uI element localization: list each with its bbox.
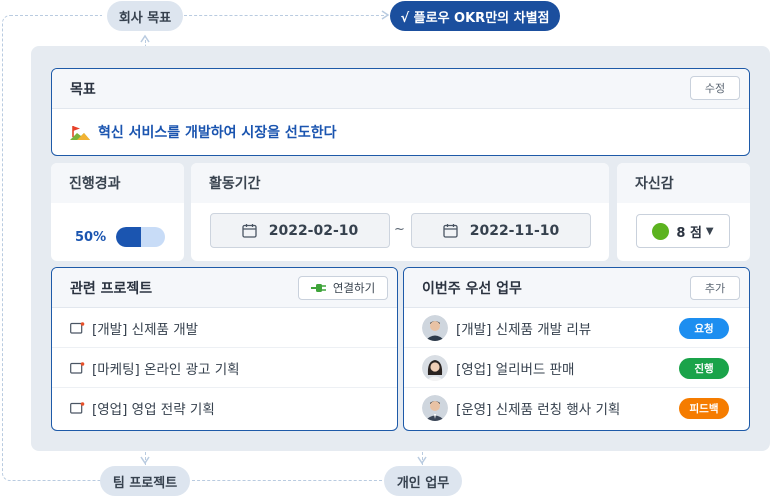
- company-goal-label: 회사 목표: [107, 1, 183, 31]
- progress-bar-fill: [116, 227, 141, 247]
- confidence-header: 자신감: [617, 163, 750, 203]
- confidence-select[interactable]: 8 점 ▼: [636, 214, 730, 248]
- start-date-field[interactable]: 2022-02-10: [210, 213, 390, 248]
- progress-indicator: 50%: [75, 227, 166, 247]
- team-project-label: 팀 프로젝트: [100, 466, 190, 496]
- project-item[interactable]: [마케팅] 온라인 광고 기획: [52, 348, 397, 388]
- project-folder-icon: [70, 321, 85, 334]
- start-date-value: 2022-02-10: [268, 222, 359, 239]
- goal-text: 혁신 서비스를 개발하여 시장을 선도한다: [98, 125, 337, 141]
- progress-percent: 50%: [75, 229, 107, 245]
- project-item-label: [영업] 영업 전략 기획: [92, 402, 215, 418]
- goal-panel: 목표 혁신 서비스를 개발하여 시장을 선도한다: [51, 68, 750, 156]
- project-folder-icon: [70, 402, 85, 414]
- project-item[interactable]: [영업] 영업 전략 기획: [52, 388, 397, 428]
- project-item-label: [개발] 신제품 개발: [92, 321, 199, 338]
- task-item-label: [운영] 신제품 런칭 행사 기획: [456, 402, 621, 418]
- status-badge[interactable]: 피드백: [679, 398, 729, 419]
- flag-icon: [70, 126, 90, 140]
- progress-bar: [116, 227, 166, 247]
- calendar-icon: [443, 224, 458, 238]
- calendar-icon: [242, 224, 257, 238]
- task-item[interactable]: [개발] 신제품 개발 리뷰 요청: [404, 308, 749, 348]
- connector-top-horizontal: [184, 15, 384, 16]
- connect-project-label: 연결하기: [332, 281, 376, 295]
- arrow-right-icon: [381, 10, 390, 20]
- avatar: [422, 354, 448, 381]
- task-item-label: [영업] 얼리버드 판매: [456, 361, 575, 378]
- caret-down-icon: ▼: [705, 225, 714, 237]
- period-separator: ~: [394, 222, 405, 237]
- arrow-down-icon: [417, 456, 427, 465]
- task-item[interactable]: [영업] 얼리버드 판매 진행: [404, 348, 749, 388]
- progress-box: 진행경과 50%: [51, 163, 184, 261]
- goal-header: 목표: [52, 69, 749, 109]
- status-badge[interactable]: 요청: [679, 318, 729, 339]
- status-badge[interactable]: 진행: [679, 358, 729, 379]
- add-task-button[interactable]: 추가: [690, 276, 740, 300]
- project-item-label: [마케팅] 온라인 광고 기획: [92, 361, 240, 378]
- plug-icon: [310, 284, 326, 292]
- avatar: [422, 395, 448, 421]
- period-header: 활동기간: [191, 163, 609, 203]
- connector-bottom-horizontal: [192, 480, 382, 481]
- progress-header: 진행경과: [51, 163, 184, 203]
- personal-task-label: 개인 업무: [384, 466, 462, 496]
- end-date-field[interactable]: 2022-11-10: [411, 213, 591, 248]
- edit-goal-button[interactable]: 수정: [690, 76, 740, 100]
- end-date-value: 2022-11-10: [469, 222, 560, 239]
- arrow-down-icon: [140, 456, 150, 465]
- confidence-value: 8 점: [676, 225, 702, 241]
- task-item-label: [개발] 신제품 개발 리뷰: [456, 321, 592, 338]
- project-item[interactable]: [개발] 신제품 개발: [52, 308, 397, 348]
- project-folder-icon: [70, 361, 85, 374]
- confidence-dot: [652, 222, 670, 240]
- connect-project-button[interactable]: 연결하기: [298, 276, 388, 300]
- arrow-up-icon: [140, 34, 150, 43]
- avatar: [422, 314, 448, 341]
- task-item[interactable]: [운영] 신제품 런칭 행사 기획 피드백: [404, 388, 749, 428]
- okr-difference-label: √ 플로우 OKR만의 차별점: [390, 1, 560, 31]
- goal-text-row: 혁신 서비스를 개발하여 시장을 선도한다: [52, 109, 749, 155]
